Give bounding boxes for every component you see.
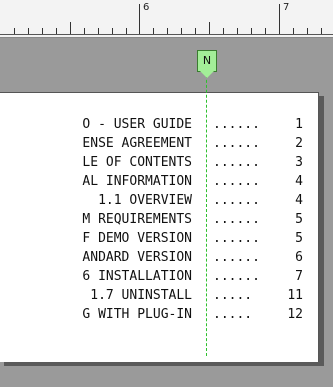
ruler-major-tick bbox=[279, 4, 280, 34]
ruler-tick bbox=[251, 28, 252, 34]
ruler-tick bbox=[112, 28, 113, 34]
ruler-tick bbox=[42, 28, 43, 34]
ruler-tick bbox=[195, 28, 196, 34]
toc-entry-leader: ...... bbox=[213, 212, 260, 227]
toc-entry-page: 4 bbox=[295, 174, 303, 189]
ruler-major-tick bbox=[139, 4, 140, 34]
toc-entry-leader: ...... bbox=[213, 193, 260, 208]
toc-entry-leader: ..... bbox=[213, 307, 253, 322]
ruler-tick bbox=[293, 28, 294, 34]
toc-entry-title: ENSE AGREEMENT bbox=[82, 136, 192, 151]
ruler-tick bbox=[14, 28, 15, 34]
toc-entry-page: 12 bbox=[287, 307, 303, 322]
horizontal-ruler[interactable]: 6 7 bbox=[0, 0, 333, 38]
toc-entry-title: 6 INSTALLATION bbox=[82, 269, 192, 284]
toc-entry[interactable]: AL INFORMATION ...... 4 bbox=[0, 174, 333, 190]
toc-entry-title: M REQUIREMENTS bbox=[82, 212, 192, 227]
toc-entry-title: F DEMO VERSION bbox=[82, 231, 192, 246]
toc-entry-page: 2 bbox=[295, 136, 303, 151]
ruler-label: 7 bbox=[283, 2, 290, 13]
toc-entry[interactable]: M REQUIREMENTS ...... 5 bbox=[0, 212, 333, 228]
toc-entry[interactable]: F DEMO VERSION ...... 5 bbox=[0, 231, 333, 247]
toc-entry[interactable]: 1.7 UNINSTALL ..... 11 bbox=[0, 288, 333, 304]
toc-entry-title: O - USER GUIDE bbox=[82, 117, 192, 132]
toc-entry-page: 5 bbox=[295, 212, 303, 227]
ruler-tick bbox=[209, 22, 210, 34]
ruler-tick bbox=[223, 28, 224, 34]
toc-entry-title: G WITH PLUG-IN bbox=[82, 307, 192, 322]
toc-entry-leader: ...... bbox=[213, 269, 260, 284]
ruler-tick bbox=[56, 28, 57, 34]
ruler-tick bbox=[237, 28, 238, 34]
toc-entry[interactable]: LE OF CONTENTS ...... 3 bbox=[0, 155, 333, 171]
ruler-baseline bbox=[0, 34, 333, 35]
toc-entry[interactable]: G WITH PLUG-IN ..... 12 bbox=[0, 307, 333, 323]
ruler-label: 6 bbox=[143, 2, 150, 13]
ruler-tick bbox=[321, 28, 322, 34]
toc-entry-leader: ...... bbox=[213, 117, 260, 132]
toc-entry-page: 1 bbox=[295, 117, 303, 132]
toc-entry-title: LE OF CONTENTS bbox=[82, 155, 192, 170]
ruler-tick bbox=[98, 28, 99, 34]
toc-entry-leader: ...... bbox=[213, 174, 260, 189]
toc-entry-leader: ..... bbox=[213, 288, 253, 303]
toc-entry-title: ANDARD VERSION bbox=[82, 250, 192, 265]
toc-entry[interactable]: O - USER GUIDE ...... 1 bbox=[0, 117, 333, 133]
toc-entry-page: 5 bbox=[295, 231, 303, 246]
toc-entry[interactable]: 6 INSTALLATION ...... 7 bbox=[0, 269, 333, 285]
toc-entry-title: 1.1 OVERVIEW bbox=[98, 193, 192, 208]
tab-stop-marker[interactable]: N bbox=[197, 50, 217, 80]
ruler-tick bbox=[126, 28, 127, 34]
toc-entry[interactable]: ANDARD VERSION ...... 6 bbox=[0, 250, 333, 266]
toc-entry-page: 3 bbox=[295, 155, 303, 170]
toc-entry-title: 1.7 UNINSTALL bbox=[90, 288, 192, 303]
ruler-tick bbox=[70, 22, 71, 34]
toc-entry-leader: ...... bbox=[213, 231, 260, 246]
toc-entry-page: 7 bbox=[295, 269, 303, 284]
toc-entry[interactable]: ENSE AGREEMENT ...... 2 bbox=[0, 136, 333, 152]
ruler-tick bbox=[28, 28, 29, 34]
ruler-tick bbox=[307, 28, 308, 34]
ruler-tick bbox=[167, 28, 168, 34]
toc-entry-leader: ...... bbox=[213, 250, 260, 265]
ruler-tick bbox=[181, 28, 182, 34]
toc-entry-leader: ...... bbox=[213, 136, 260, 151]
ruler-tick bbox=[265, 28, 266, 34]
toc-entry[interactable]: 1.1 OVERVIEW ...... 4 bbox=[0, 193, 333, 209]
tab-stop-label: N bbox=[197, 50, 217, 72]
toc-entry-title: AL INFORMATION bbox=[82, 174, 192, 189]
ruler-tick bbox=[84, 28, 85, 34]
ruler-tick bbox=[153, 28, 154, 34]
toc-entry-page: 6 bbox=[295, 250, 303, 265]
toc-entry-page: 11 bbox=[287, 288, 303, 303]
toc-entry-leader: ...... bbox=[213, 155, 260, 170]
toc-entry-page: 4 bbox=[295, 193, 303, 208]
tab-stop-pointer bbox=[199, 70, 215, 78]
